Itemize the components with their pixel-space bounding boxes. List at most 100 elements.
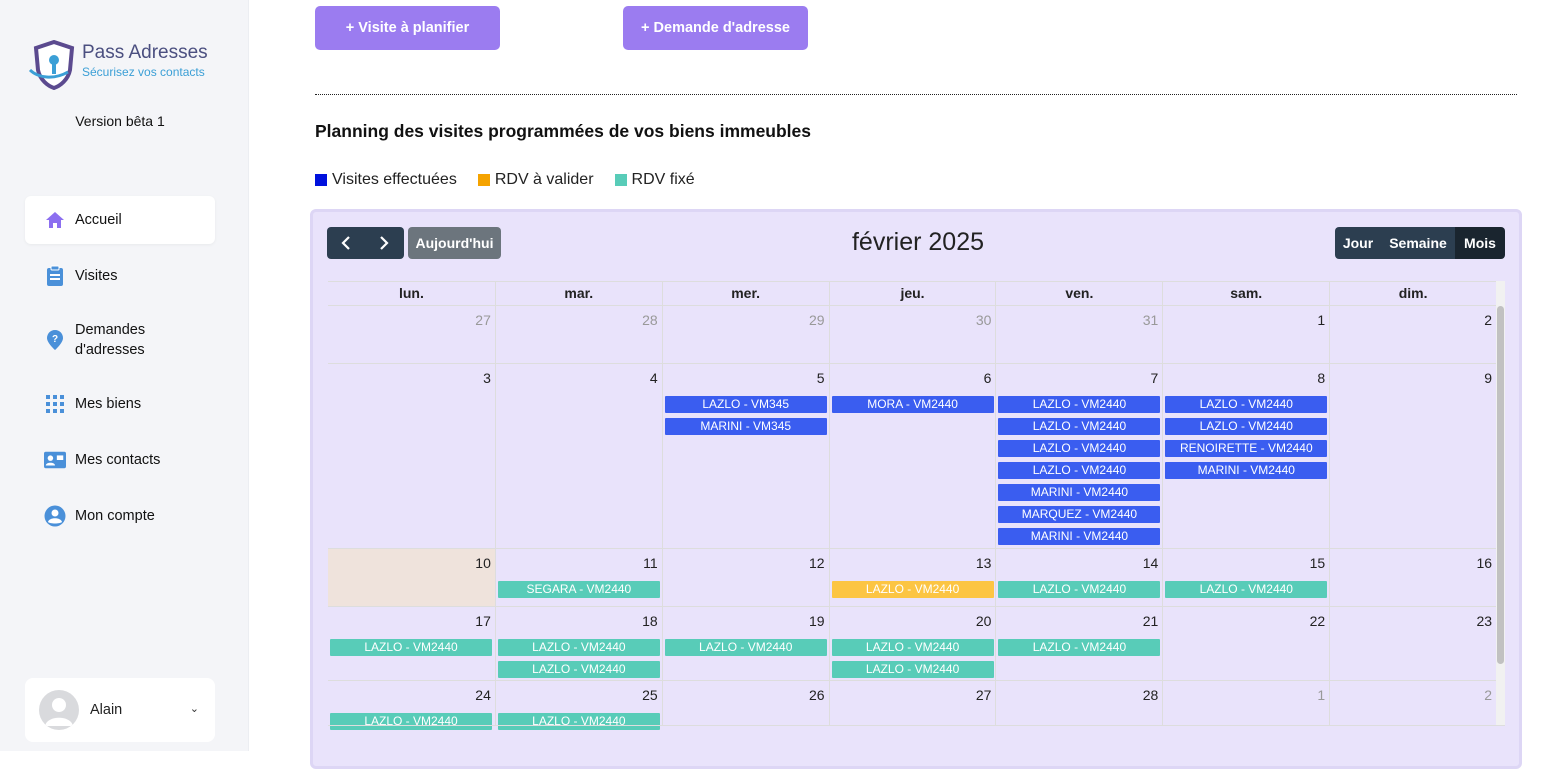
calendar-event[interactable]: LAZLO - VM2440: [998, 462, 1161, 479]
day-number[interactable]: 12: [809, 555, 825, 571]
calendar-day[interactable]: 20 LAZLO - VM2440 LAZLO - VM2440: [828, 607, 996, 680]
day-number[interactable]: 25: [642, 687, 658, 703]
calendar-event[interactable]: LAZLO - VM2440: [330, 639, 492, 656]
view-week-button[interactable]: Semaine: [1381, 227, 1455, 259]
calendar-day[interactable]: 8 LAZLO - VM2440 LAZLO - VM2440 RENOIRETTE …: [1162, 364, 1329, 548]
calendar-day[interactable]: 14 LAZLO - VM2440: [995, 549, 1162, 606]
day-number[interactable]: 3: [483, 370, 491, 386]
day-number[interactable]: 1: [1317, 312, 1325, 328]
day-number[interactable]: 13: [976, 555, 992, 571]
calendar-event[interactable]: LAZLO - VM2440: [497, 639, 660, 656]
day-number[interactable]: 5: [817, 370, 825, 386]
user-menu[interactable]: Alain ⌄: [25, 678, 215, 742]
address-request-button[interactable]: + Demande d'adresse: [623, 6, 808, 50]
calendar-day[interactable]: 22: [1162, 607, 1329, 680]
calendar-event[interactable]: LAZLO - VM2440: [497, 661, 660, 678]
day-number[interactable]: 2: [1484, 312, 1492, 328]
calendar-event[interactable]: LAZLO - VM2440: [664, 639, 827, 656]
day-number[interactable]: 8: [1317, 370, 1325, 386]
calendar-day[interactable]: 25 LAZLO - VM2440: [494, 681, 662, 730]
calendar-event[interactable]: LAZLO - VM2440: [831, 581, 994, 598]
calendar-day[interactable]: 12: [661, 549, 829, 606]
calendar-event[interactable]: LAZLO - VM345: [664, 396, 827, 413]
sidebar-item-accueil[interactable]: Accueil: [25, 196, 215, 244]
calendar-event[interactable]: MARQUEZ - VM2440: [998, 506, 1161, 523]
day-number[interactable]: 1: [1317, 687, 1325, 703]
calendar-event[interactable]: LAZLO - VM2440: [1165, 396, 1328, 413]
next-month-button[interactable]: [365, 227, 403, 259]
day-number[interactable]: 14: [1143, 555, 1159, 571]
calendar-day[interactable]: 1: [1162, 306, 1329, 363]
calendar-event[interactable]: RENOIRETTE - VM2440: [1165, 440, 1328, 457]
calendar-event[interactable]: MARINI - VM2440: [1165, 462, 1328, 479]
calendar-day[interactable]: 28: [494, 306, 662, 363]
calendar-day[interactable]: 2: [1329, 681, 1496, 725]
calendar-event[interactable]: SEGARA - VM2440: [497, 581, 660, 598]
calendar-day[interactable]: 24 LAZLO - VM2440: [328, 681, 495, 730]
add-visit-button[interactable]: + Visite à planifier: [315, 6, 500, 50]
calendar-day[interactable]: 26: [661, 681, 829, 725]
calendar-day[interactable]: 6 MORA - VM2440: [828, 364, 996, 548]
day-number[interactable]: 2: [1484, 687, 1492, 703]
day-number[interactable]: 26: [809, 687, 825, 703]
calendar-event[interactable]: LAZLO - VM2440: [330, 713, 492, 730]
day-number[interactable]: 9: [1484, 370, 1492, 386]
calendar-event[interactable]: LAZLO - VM2440: [497, 713, 660, 730]
day-number[interactable]: 15: [1310, 555, 1326, 571]
calendar-event[interactable]: MARINI - VM2440: [998, 528, 1161, 545]
day-number[interactable]: 4: [650, 370, 658, 386]
calendar-day[interactable]: 4: [494, 364, 662, 548]
calendar-day[interactable]: 28: [995, 681, 1162, 725]
calendar-day[interactable]: 18 LAZLO - VM2440 LAZLO - VM2440: [494, 607, 662, 680]
day-number[interactable]: 20: [976, 613, 992, 629]
day-number[interactable]: 28: [1143, 687, 1159, 703]
calendar-day-today[interactable]: 10: [328, 549, 495, 606]
calendar-day[interactable]: 29: [661, 306, 829, 363]
day-number[interactable]: 29: [809, 312, 825, 328]
calendar-day[interactable]: 9: [1329, 364, 1496, 548]
calendar-day[interactable]: 13 LAZLO - VM2440: [828, 549, 996, 606]
scrollbar-thumb[interactable]: [1497, 306, 1504, 664]
day-number[interactable]: 31: [1143, 312, 1159, 328]
calendar-day[interactable]: 7 LAZLO - VM2440 LAZLO - VM2440 LAZLO - VM2…: [995, 364, 1162, 548]
calendar-day[interactable]: 11 SEGARA - VM2440: [494, 549, 662, 606]
calendar-event[interactable]: MORA - VM2440: [831, 396, 994, 413]
day-number[interactable]: 28: [642, 312, 658, 328]
calendar-day[interactable]: 15 LAZLO - VM2440: [1162, 549, 1329, 606]
day-number[interactable]: 19: [809, 613, 825, 629]
calendar-day[interactable]: 2: [1329, 306, 1496, 363]
calendar-event[interactable]: LAZLO - VM2440: [998, 418, 1161, 435]
sidebar-item-visites[interactable]: Visites: [25, 252, 215, 300]
sidebar-item-demandes[interactable]: ? Demandes d'adresses: [25, 308, 215, 372]
day-number[interactable]: 6: [984, 370, 992, 386]
day-number[interactable]: 23: [1476, 613, 1492, 629]
calendar-event[interactable]: LAZLO - VM2440: [831, 639, 994, 656]
calendar-event[interactable]: LAZLO - VM2440: [831, 661, 994, 678]
day-number[interactable]: 30: [976, 312, 992, 328]
day-number[interactable]: 16: [1476, 555, 1492, 571]
today-button[interactable]: Aujourd'hui: [408, 227, 501, 259]
view-day-button[interactable]: Jour: [1335, 227, 1381, 259]
calendar-event[interactable]: LAZLO - VM2440: [998, 639, 1161, 656]
day-number[interactable]: 27: [976, 687, 992, 703]
day-number[interactable]: 22: [1310, 613, 1326, 629]
day-number[interactable]: 27: [475, 312, 491, 328]
calendar-event[interactable]: MARINI - VM2440: [998, 484, 1161, 501]
calendar-event[interactable]: LAZLO - VM2440: [1165, 418, 1328, 435]
calendar-day[interactable]: 23: [1329, 607, 1496, 680]
calendar-day[interactable]: 27: [328, 306, 495, 363]
day-number[interactable]: 21: [1143, 613, 1159, 629]
app-logo[interactable]: Pass Adresses Sécurisez vos contacts: [28, 40, 228, 90]
day-number[interactable]: 18: [642, 613, 658, 629]
sidebar-item-mes-biens[interactable]: Mes biens: [25, 380, 215, 428]
day-number[interactable]: 24: [475, 687, 491, 703]
calendar-event[interactable]: MARINI - VM345: [664, 418, 827, 435]
calendar-event[interactable]: LAZLO - VM2440: [998, 396, 1161, 413]
day-number[interactable]: 11: [643, 555, 658, 571]
calendar-event[interactable]: LAZLO - VM2440: [998, 440, 1161, 457]
sidebar-item-mon-compte[interactable]: Mon compte: [25, 492, 215, 540]
calendar-event[interactable]: LAZLO - VM2440: [1165, 581, 1328, 598]
sidebar-item-mes-contacts[interactable]: Mes contacts: [25, 436, 215, 484]
calendar-day[interactable]: 17 LAZLO - VM2440: [328, 607, 495, 680]
day-number[interactable]: 17: [475, 613, 491, 629]
